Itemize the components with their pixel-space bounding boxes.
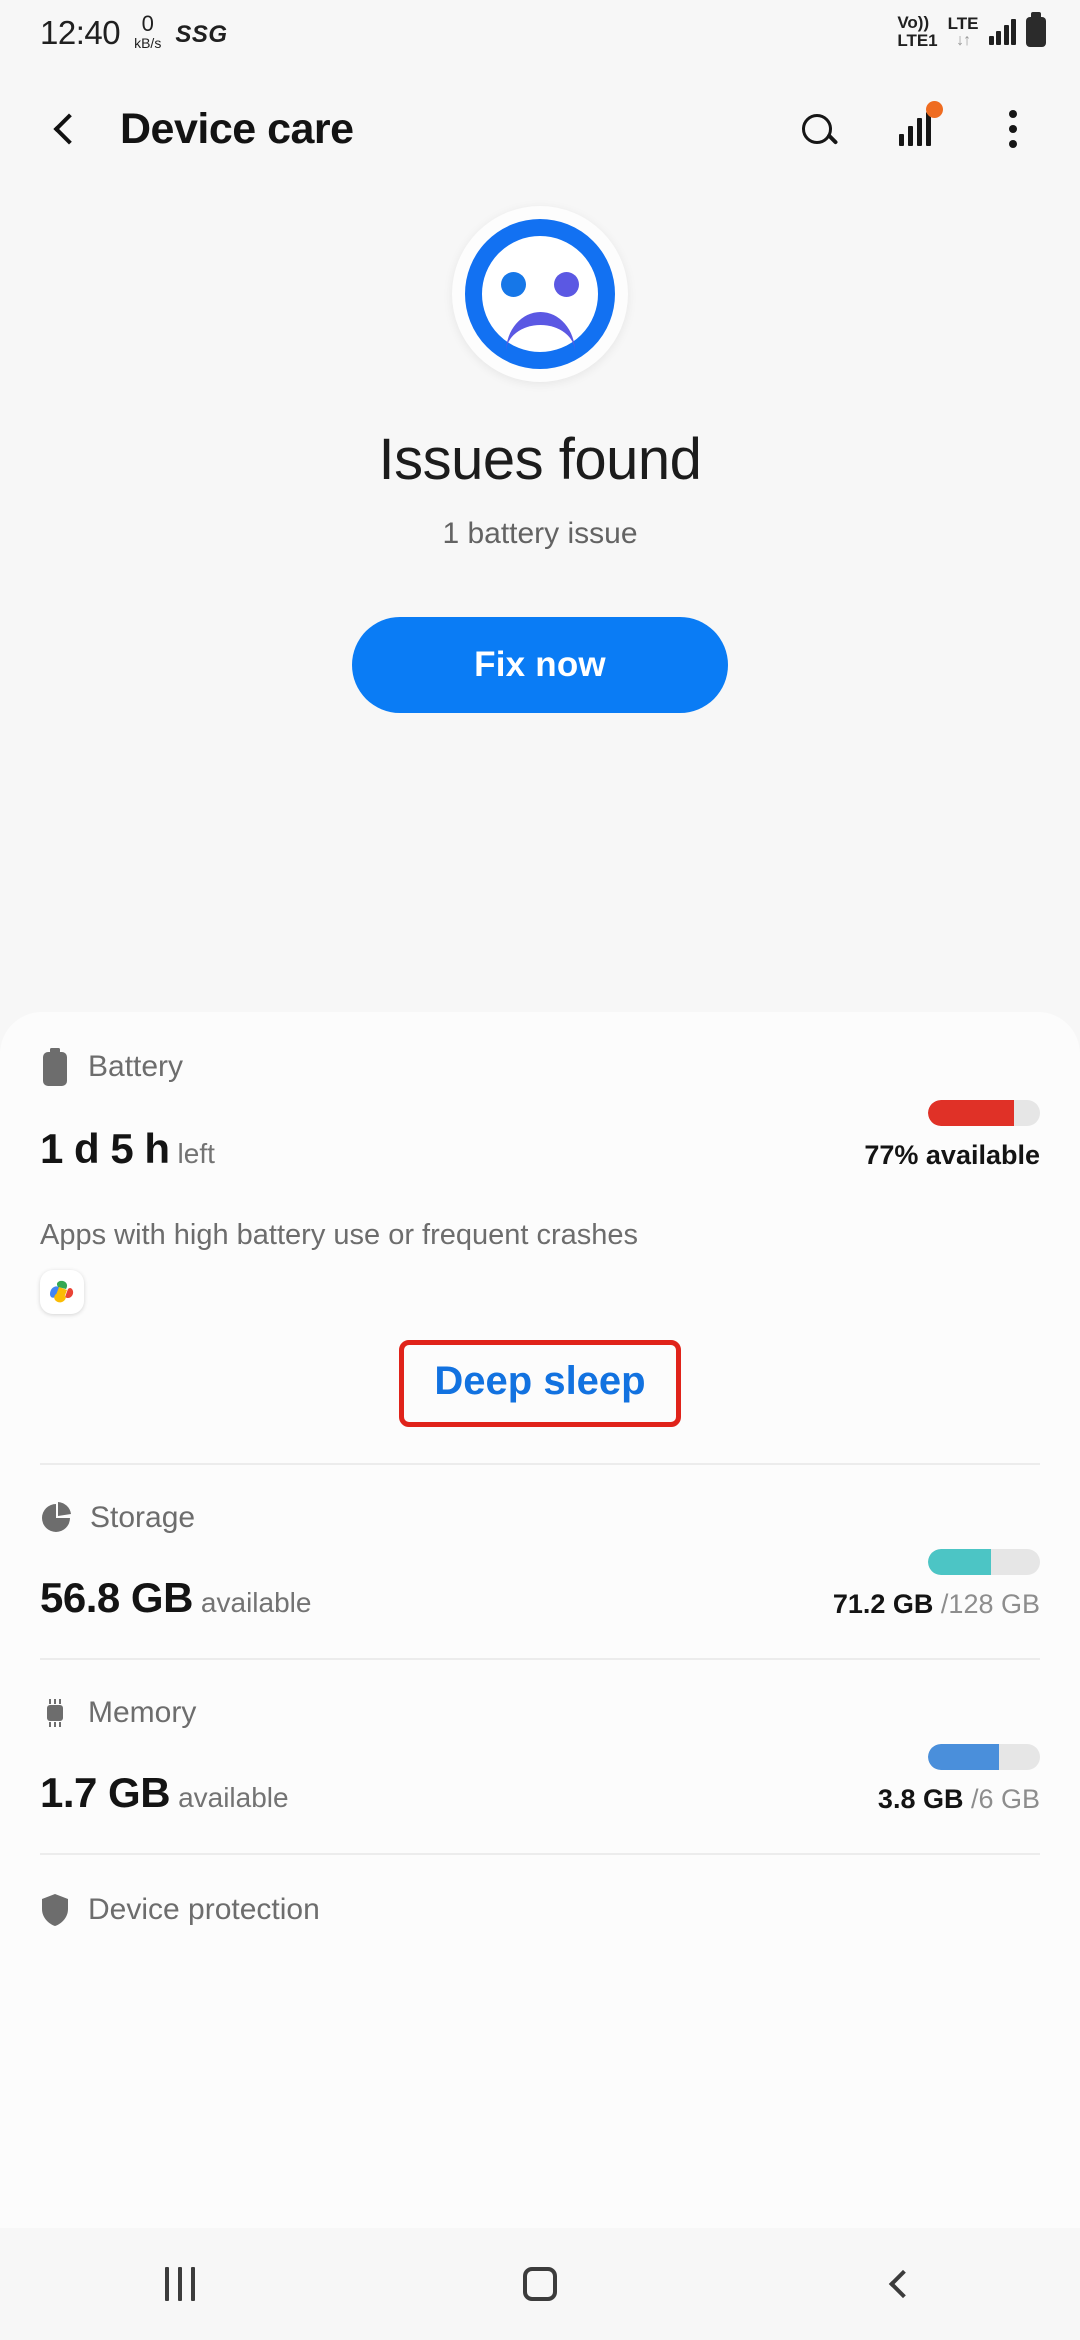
memory-value-group: 1.7 GB available — [40, 1769, 289, 1817]
memory-section[interactable]: Memory 1.7 GB available 3.8 GB /6 GB — [40, 1660, 1040, 1817]
memory-chip-icon — [47, 1699, 63, 1727]
battery-meter-text: 77% available — [864, 1140, 1040, 1171]
storage-meter-fill — [928, 1549, 991, 1575]
battery-percent-label: available — [918, 1140, 1040, 1170]
deep-sleep-container: Deep sleep — [40, 1340, 1040, 1427]
sad-face-right-eye — [554, 272, 579, 297]
storage-available-value: 56.8 GB — [40, 1574, 193, 1621]
page-title: Device care — [120, 104, 354, 153]
battery-percent-value: 77% — [864, 1140, 919, 1170]
overflow-menu-button[interactable] — [986, 102, 1040, 156]
app-bar-actions — [790, 101, 1040, 156]
google-multicolor-app-icon[interactable] — [40, 1270, 84, 1314]
storage-value-group: 56.8 GB available — [40, 1574, 311, 1622]
battery-label: Battery — [88, 1050, 184, 1083]
deep-sleep-button[interactable]: Deep sleep — [399, 1340, 681, 1427]
battery-apps-note: Apps with high battery use or frequent c… — [40, 1219, 639, 1251]
battery-section[interactable]: Battery 1 d 5 h left 77% available Apps w… — [40, 1012, 1040, 1427]
status-bar: 12:40 0 kB/s SSG Vo)) LTE1 LTE ↓↑ — [0, 0, 1080, 64]
home-icon — [523, 2267, 557, 2301]
storage-meter-track — [928, 1549, 1040, 1575]
chevron-left-icon — [53, 113, 85, 145]
data-arrows-icon: ↓↑ — [956, 31, 971, 49]
device-protection-label: Device protection — [88, 1893, 320, 1926]
battery-main: 1 d 5 h left 77% available — [40, 1100, 1040, 1173]
storage-used-value: 71.2 GB — [832, 1589, 934, 1619]
scan-result-subtitle: 1 battery issue — [442, 517, 638, 550]
battery-meter-group: 77% available — [864, 1100, 1040, 1173]
google-multicolor-app-glyph — [50, 1280, 74, 1303]
storage-header: Storage — [40, 1501, 1040, 1535]
battery-time-left-unit: left — [177, 1138, 215, 1169]
battery-icon — [43, 1048, 67, 1086]
battery-meter-track — [928, 1100, 1040, 1126]
search-button[interactable] — [790, 102, 844, 156]
more-vertical-icon — [1009, 110, 1017, 148]
storage-total-value: /128 GB — [933, 1589, 1040, 1619]
status-bar-right: Vo)) LTE1 LTE ↓↑ — [897, 12, 1046, 50]
app-bar: Device care — [0, 64, 1080, 194]
home-button[interactable] — [480, 2228, 600, 2340]
lte-icon: LTE ↓↑ — [947, 13, 979, 50]
volte-bottom-label: LTE1 — [897, 31, 938, 50]
battery-value-group: 1 d 5 h left — [40, 1125, 215, 1173]
memory-meter-text: 3.8 GB /6 GB — [878, 1784, 1040, 1815]
status-bar-left: 12:40 0 kB/s SSG — [40, 10, 228, 52]
memory-meter-fill — [928, 1744, 999, 1770]
sad-face-icon — [465, 219, 615, 369]
carrier-label: SSG — [175, 20, 228, 48]
signal-strength-icon — [988, 19, 1016, 45]
storage-label: Storage — [90, 1501, 196, 1534]
storage-section[interactable]: Storage 56.8 GB available 71.2 GB /128 GB — [40, 1465, 1040, 1622]
network-speed-indicator: 0 kB/s — [134, 10, 162, 51]
scan-result-title: Issues found — [378, 427, 702, 492]
memory-label: Memory — [88, 1696, 197, 1729]
battery-header: Battery — [40, 1048, 1040, 1086]
network-speed-value: 0 — [141, 10, 154, 36]
recents-button[interactable] — [120, 2228, 240, 2340]
pie-chart-icon — [42, 1502, 71, 1532]
volte-icon: Vo)) LTE1 — [897, 14, 937, 50]
sad-face-mouth — [506, 312, 575, 352]
network-speed-unit: kB/s — [134, 34, 162, 51]
memory-meter-track — [928, 1744, 1040, 1770]
fix-now-button[interactable]: Fix now — [352, 617, 728, 713]
back-button[interactable] — [34, 97, 98, 161]
nav-back-button[interactable] — [840, 2228, 960, 2340]
device-status-card: Battery 1 d 5 h left 77% available Apps w… — [0, 1012, 1080, 2228]
battery-app-icon-list — [40, 1270, 1040, 1314]
memory-main: 1.7 GB available 3.8 GB /6 GB — [40, 1744, 1040, 1817]
back-icon — [888, 2269, 917, 2299]
search-icon — [802, 114, 832, 144]
storage-meter-text: 71.2 GB /128 GB — [833, 1589, 1040, 1620]
memory-total-value: /6 GB — [963, 1784, 1040, 1814]
scan-result-hero: Issues found 1 battery issue Fix now — [0, 194, 1080, 713]
storage-main: 56.8 GB available 71.2 GB /128 GB — [40, 1549, 1040, 1622]
notification-badge-dot — [926, 101, 943, 118]
memory-available-value: 1.7 GB — [40, 1769, 171, 1816]
memory-header: Memory — [40, 1696, 1040, 1730]
memory-used-value: 3.8 GB — [877, 1784, 964, 1814]
volte-top-label: Vo)) — [897, 13, 930, 33]
battery-status-icon — [1026, 12, 1046, 47]
recents-icon — [165, 2267, 195, 2301]
status-clock: 12:40 — [40, 13, 121, 51]
memory-available-unit: available — [178, 1782, 289, 1813]
battery-time-left: 1 d 5 h — [40, 1125, 170, 1172]
bar-chart-icon — [899, 112, 931, 146]
android-nav-bar — [0, 2228, 1080, 2340]
sad-face-left-eye — [501, 272, 526, 297]
storage-available-unit: available — [200, 1587, 312, 1618]
memory-meter-group: 3.8 GB /6 GB — [878, 1744, 1040, 1817]
status-face-container — [452, 206, 628, 382]
shield-icon — [42, 1894, 68, 1926]
device-protection-section[interactable]: Device protection — [40, 1855, 1040, 1927]
usage-stats-button[interactable] — [888, 101, 943, 156]
battery-meter-fill — [928, 1100, 1015, 1126]
storage-meter-group: 71.2 GB /128 GB — [833, 1549, 1040, 1622]
lte-label: LTE — [947, 13, 979, 33]
